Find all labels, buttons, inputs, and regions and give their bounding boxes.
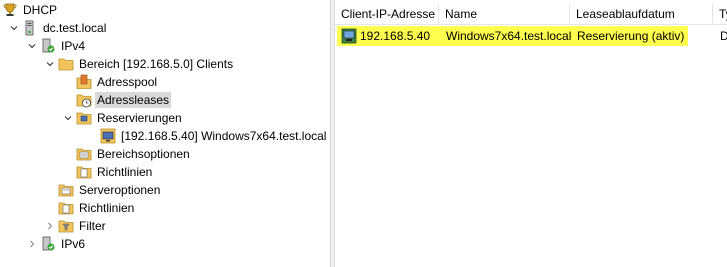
tree-label-scope-options: Bereichsoptionen	[97, 147, 190, 161]
tree-label-reservation-item: [192.168.5.40] Windows7x64.test.local	[121, 129, 327, 143]
tree-node-ipv4[interactable]: IPv4	[26, 37, 87, 55]
tree-node-scope-policies[interactable]: Richtlinien	[76, 163, 154, 181]
server-icon	[22, 20, 38, 36]
chevron-down-icon[interactable]	[8, 19, 20, 37]
chevron-right-icon[interactable]	[44, 217, 56, 235]
ipv4-server-icon	[40, 38, 56, 54]
reservation-computer-icon	[100, 128, 116, 144]
tree-node-scope[interactable]: Bereich [192.168.5.0] Clients	[44, 55, 235, 73]
tree-label-server: dc.test.local	[43, 21, 107, 35]
tree-label-address-leases: Adressleases	[95, 92, 172, 108]
console-tree: DHCP dc.test.local IPv4 Bereich [192.168…	[0, 0, 330, 267]
column-header-name[interactable]: Name	[439, 4, 570, 24]
tree-node-ipv6[interactable]: IPv6	[26, 235, 87, 253]
tree-node-server[interactable]: dc.test.local	[8, 19, 108, 37]
chevron-down-icon[interactable]	[62, 109, 74, 127]
tree-label-server-options: Serveroptionen	[79, 183, 161, 197]
tree-label-scope-policies: Richtlinien	[97, 165, 153, 179]
dhcp-trophy-icon	[2, 2, 18, 18]
ipv6-server-icon	[40, 236, 56, 252]
chevron-right-icon[interactable]	[26, 235, 38, 253]
tree-label-dhcp: DHCP	[23, 3, 58, 17]
tree-label-reservations: Reservierungen	[97, 111, 182, 125]
cell-ip: 192.168.5.40	[360, 29, 431, 43]
tree-node-reservations[interactable]: Reservierungen	[62, 109, 184, 127]
tree-node-reservation-item[interactable]: [192.168.5.40] Windows7x64.test.local	[100, 127, 328, 145]
header-divider	[335, 24, 727, 25]
tree-label-policies: Richtlinien	[79, 201, 135, 215]
cell-name: Windows7x64.test.local	[446, 29, 572, 43]
cell-type: D	[720, 29, 727, 43]
column-header-ip[interactable]: Client-IP-Adresse	[335, 4, 439, 24]
tree-node-server-options[interactable]: Serveroptionen	[58, 181, 162, 199]
column-header-type[interactable]: Ty	[713, 4, 727, 24]
tree-node-filter[interactable]: Filter	[44, 217, 108, 235]
policies-icon	[58, 200, 74, 216]
tree-label-filter: Filter	[79, 219, 106, 233]
tree-node-policies[interactable]: Richtlinien	[58, 199, 136, 217]
folder-icon	[58, 56, 74, 72]
tree-node-address-leases[interactable]: Adressleases	[76, 91, 172, 109]
chevron-down-icon[interactable]	[44, 55, 56, 73]
chevron-down-icon[interactable]	[26, 37, 38, 55]
server-options-icon	[58, 182, 74, 198]
tree-label-ipv6: IPv6	[61, 237, 86, 251]
address-pool-icon	[76, 74, 92, 90]
cell-lease-expiry: Reservierung (aktiv)	[577, 29, 685, 43]
tree-node-scope-options[interactable]: Bereichsoptionen	[76, 145, 192, 163]
column-header-lease-expiry[interactable]: Leaseablaufdatum	[570, 4, 713, 24]
column-header-ip-label: Client-IP-Adresse	[341, 7, 436, 21]
tree-node-dhcp[interactable]: DHCP	[2, 1, 59, 19]
reservation-computer-icon	[341, 28, 357, 44]
column-header-lease-expiry-label: Leaseablaufdatum	[576, 7, 675, 21]
tree-label-ipv4: IPv4	[61, 39, 86, 53]
reservations-folder-icon	[76, 110, 92, 126]
column-header-type-label: Ty	[719, 7, 727, 21]
address-leases-icon	[76, 92, 92, 108]
tree-node-address-pool[interactable]: Adresspool	[76, 73, 159, 91]
tree-label-scope: Bereich [192.168.5.0] Clients	[79, 57, 234, 71]
tree-label-address-pool: Adresspool	[97, 75, 158, 89]
policies-icon	[76, 164, 92, 180]
column-header-name-label: Name	[445, 7, 478, 21]
scope-options-icon	[76, 146, 92, 162]
details-list: Client-IP-Adresse Name Leaseablaufdatum …	[335, 0, 727, 267]
filter-icon	[58, 218, 74, 234]
